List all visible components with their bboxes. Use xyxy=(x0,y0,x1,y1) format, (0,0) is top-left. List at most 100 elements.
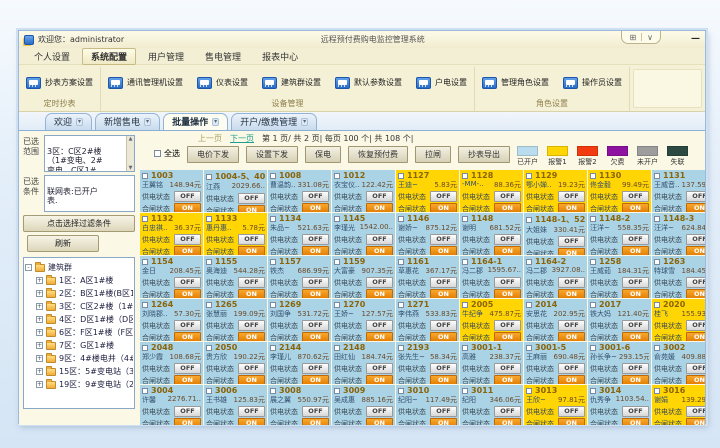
meter-card[interactable]: 1012 衣宝仪.. 122.42元 供电状态 OFF 合闸状态 ON xyxy=(332,170,395,212)
supply-off-button[interactable]: OFF xyxy=(494,191,521,202)
expand-icon[interactable]: + xyxy=(36,303,43,310)
meter-card[interactable]: 1145 李瑾光 1542.00.. 供电状态 OFF 合闸状态 ON xyxy=(332,213,395,255)
meter-card[interactable]: 1003 王翼铭 148.94元 供电状态 OFF 合闸状态 ON xyxy=(140,170,203,212)
card-checkbox[interactable] xyxy=(526,302,532,308)
meter-card[interactable]: 3001-6 孙长争~ 293.15元 供电状态 OFF 合闸状态 ON xyxy=(588,342,651,384)
meter-card[interactable]: 1129 鄂小婵.. 19.23元 供电状态 OFF 合闸状态 ON xyxy=(524,170,587,212)
supply-off-button[interactable]: OFF xyxy=(238,320,265,331)
supply-off-button[interactable]: OFF xyxy=(174,406,201,417)
supply-off-button[interactable]: OFF xyxy=(366,234,393,245)
supply-off-button[interactable]: OFF xyxy=(558,236,585,247)
tree-node[interactable]: + 2区：B区1#楼(B区1#… xyxy=(25,288,133,299)
meter-card[interactable]: 1164-2 冯二郡 3927.08.. 供电状态 OFF 合闸状态 ON xyxy=(524,256,587,298)
supply-off-button[interactable]: OFF xyxy=(302,406,329,417)
expand-icon[interactable]: + xyxy=(36,342,43,349)
card-checkbox[interactable] xyxy=(270,345,276,351)
document-tab[interactable]: 欢迎 ▾ xyxy=(45,113,92,130)
card-checkbox[interactable] xyxy=(142,388,148,394)
supply-off-button[interactable]: OFF xyxy=(494,234,521,245)
supply-off-button[interactable]: OFF xyxy=(302,277,329,288)
next-page-link[interactable]: 下一页 xyxy=(230,133,254,144)
gate-on-button[interactable]: ON xyxy=(238,289,265,298)
card-checkbox[interactable] xyxy=(142,173,148,179)
menu-item[interactable]: 售电管理 xyxy=(196,48,250,65)
meter-card[interactable]: 2048 郑少霞 108.68元 供电状态 OFF 合闸状态 ON xyxy=(140,342,203,384)
ribbon-button[interactable]: 建筑群设置 xyxy=(260,75,323,91)
card-checkbox[interactable] xyxy=(270,388,276,394)
supply-off-button[interactable]: OFF xyxy=(238,406,265,417)
gate-on-button[interactable]: ON xyxy=(430,375,457,384)
gate-on-button[interactable]: ON xyxy=(430,289,457,298)
card-checkbox[interactable] xyxy=(590,259,596,265)
tree-node[interactable]: + 3区：C区2#楼（1#变… xyxy=(25,301,133,312)
batch-action-button[interactable]: 设置下发 xyxy=(246,146,298,163)
gate-on-button[interactable]: ON xyxy=(494,418,521,425)
gate-on-button[interactable]: ON xyxy=(558,289,585,298)
meter-card[interactable]: 1159 大富豪 907.35元 供电状态 OFF 合闸状态 ON xyxy=(332,256,395,298)
gate-on-button[interactable]: ON xyxy=(238,332,265,341)
meter-card[interactable]: 2020 桂飞 155.93元 供电状态 OFF 合闸状态 ON xyxy=(652,299,705,341)
tree-node[interactable]: + 19区：9#变电站（2#变… xyxy=(25,379,133,390)
card-checkbox[interactable] xyxy=(462,173,468,179)
tree-node[interactable]: + 1区：A区1#楼 xyxy=(25,275,133,286)
gate-on-button[interactable]: ON xyxy=(622,375,649,384)
gate-on-button[interactable]: ON xyxy=(622,418,649,425)
supply-off-button[interactable]: OFF xyxy=(430,234,457,245)
meter-card[interactable]: 1271 李伟燕 533.83元 供电状态 OFF 合闸状态 ON xyxy=(396,299,459,341)
card-checkbox[interactable] xyxy=(398,388,404,394)
meter-card[interactable]: 1264 刘晓郡.. 57.30元 供电状态 OFF 合闸状态 ON xyxy=(140,299,203,341)
gate-on-button[interactable]: ON xyxy=(686,375,705,384)
collapse-icon[interactable]: - xyxy=(25,264,32,271)
gate-on-button[interactable]: ON xyxy=(366,203,393,212)
meter-card[interactable]: 1154 金日 208.45元 供电状态 OFF 合闸状态 ON xyxy=(140,256,203,298)
supply-off-button[interactable]: OFF xyxy=(686,320,705,331)
gate-on-button[interactable]: ON xyxy=(366,289,393,298)
supply-off-button[interactable]: OFF xyxy=(494,320,521,331)
meter-card[interactable]: 3014 仇秀争 1103.54.. 供电状态 OFF 合闸状态 ON xyxy=(588,385,651,425)
supply-off-button[interactable]: OFF xyxy=(558,277,585,288)
meter-card[interactable]: 1157 铁杰 686.99元 供电状态 OFF 合闸状态 ON xyxy=(268,256,331,298)
gate-on-button[interactable]: ON xyxy=(430,332,457,341)
batch-action-button[interactable]: 电价下发 xyxy=(187,146,239,163)
card-checkbox[interactable] xyxy=(142,345,148,351)
card-checkbox[interactable] xyxy=(270,216,276,222)
card-checkbox[interactable] xyxy=(206,216,212,222)
tree-node[interactable]: + 7区：G区1#楼 xyxy=(25,340,133,351)
card-checkbox[interactable] xyxy=(142,259,148,265)
supply-off-button[interactable]: OFF xyxy=(174,277,201,288)
supply-off-button[interactable]: OFF xyxy=(174,234,201,245)
supply-off-button[interactable]: OFF xyxy=(174,320,201,331)
ribbon-button[interactable]: 仪表设置 xyxy=(195,75,250,91)
meter-card[interactable]: 1265 张慧丽 199.09元 供电状态 OFF 合闸状态 ON xyxy=(204,299,267,341)
tree-node[interactable]: + 4区：D区1#楼（D区1… xyxy=(25,314,133,325)
gate-on-button[interactable]: ON xyxy=(494,289,521,298)
card-checkbox[interactable] xyxy=(590,216,596,222)
expand-icon[interactable]: + xyxy=(36,316,43,323)
expand-icon[interactable]: + xyxy=(36,368,43,375)
meter-card[interactable]: 1258 王威茹 184.31元 供电状态 OFF 合闸状态 ON xyxy=(588,256,651,298)
expand-icon[interactable]: + xyxy=(36,290,43,297)
supply-off-button[interactable]: OFF xyxy=(430,363,457,374)
gate-on-button[interactable]: ON xyxy=(302,375,329,384)
supply-off-button[interactable]: OFF xyxy=(494,406,521,417)
meter-card[interactable]: 1148-2 汪洋~ 558.35元 供电状态 OFF 合闸状态 ON xyxy=(588,213,651,255)
selected-range-box[interactable]: 3区：C区2#楼 （1#变电、2# 变电，C区1#… ▲ ▼ xyxy=(44,135,135,172)
card-checkbox[interactable] xyxy=(526,173,532,179)
choose-filter-button[interactable]: 点击选择过滤条件 xyxy=(23,215,135,232)
minimize-icon[interactable]: — xyxy=(691,35,700,44)
gate-on-button[interactable]: ON xyxy=(494,332,521,341)
document-tab[interactable]: 新增售电 ▾ xyxy=(95,113,160,130)
meter-card[interactable]: 1161 草惠花 367.17元 供电状态 OFF 合闸状态 ON xyxy=(396,256,459,298)
gate-on-button[interactable]: ON xyxy=(174,418,201,425)
expand-icon[interactable]: + xyxy=(36,355,43,362)
menu-item[interactable]: 用户管理 xyxy=(139,48,193,65)
meter-card[interactable]: 1127 王迪~ 5.83元 供电状态 OFF 合闸状态 ON xyxy=(396,170,459,212)
scrollbar[interactable]: ▲ ▼ xyxy=(126,136,134,171)
supply-off-button[interactable]: OFF xyxy=(558,320,585,331)
gate-on-button[interactable]: ON xyxy=(302,203,329,212)
gate-on-button[interactable]: ON xyxy=(302,418,329,425)
supply-off-button[interactable]: OFF xyxy=(686,234,705,245)
card-checkbox[interactable] xyxy=(590,388,596,394)
batch-action-button[interactable]: 保电 xyxy=(305,146,341,163)
meter-card[interactable]: 1004-5、40— 江燕 2029.66.. 供电状态 OFF 合闸状态 ON xyxy=(204,170,267,212)
